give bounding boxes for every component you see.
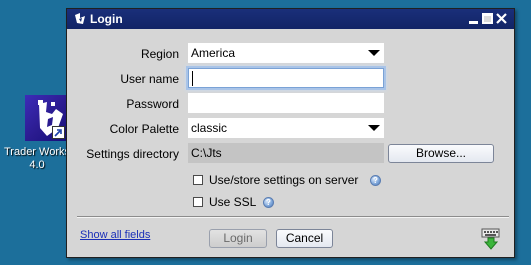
- store-settings-checkbox[interactable]: [193, 175, 203, 185]
- settings-directory-label: Settings directory: [86, 147, 179, 161]
- chevron-down-icon[interactable]: [368, 125, 380, 131]
- username-input[interactable]: [188, 68, 384, 88]
- browse-button[interactable]: Browse...: [388, 144, 494, 163]
- settings-directory-field: C:\Jts: [188, 143, 384, 163]
- chevron-down-icon[interactable]: [368, 50, 380, 56]
- help-icon[interactable]: ?: [263, 197, 274, 208]
- store-settings-label[interactable]: Use/store settings on server: [209, 173, 358, 187]
- title-bar[interactable]: Login: [67, 9, 514, 29]
- shortcut-arrow-icon: [52, 126, 65, 139]
- username-label: User name: [120, 72, 179, 86]
- minimize-button[interactable]: [468, 13, 479, 24]
- color-palette-label: Color Palette: [109, 122, 179, 136]
- footer-divider: [77, 216, 509, 218]
- region-label: Region: [140, 47, 179, 61]
- settings-directory-value: C:\Jts: [191, 146, 222, 160]
- close-icon: [496, 13, 507, 24]
- color-palette-selected-value: classic: [191, 121, 228, 135]
- cancel-button[interactable]: Cancel: [276, 229, 333, 248]
- use-ssl-checkbox[interactable]: [193, 197, 203, 207]
- login-window: Login Region America User name Password …: [66, 8, 515, 258]
- show-all-fields-link[interactable]: Show all fields: [80, 229, 150, 242]
- close-button[interactable]: [496, 13, 507, 24]
- desktop-icon-label: Trader Works 4.0: [0, 146, 74, 172]
- region-dropdown[interactable]: America: [188, 43, 384, 63]
- password-input[interactable]: [188, 93, 384, 113]
- help-icon[interactable]: ?: [370, 175, 381, 186]
- login-button[interactable]: Login: [209, 229, 267, 248]
- window-title: Login: [90, 12, 123, 26]
- desktop-shortcut-trader-workstation[interactable]: Trader Works 4.0: [0, 92, 76, 182]
- password-label: Password: [126, 97, 179, 111]
- use-ssl-label[interactable]: Use SSL: [209, 195, 256, 209]
- maximize-button[interactable]: [482, 13, 493, 24]
- trader-workstation-icon: [25, 95, 67, 141]
- keyboard-icon[interactable]: [481, 228, 501, 250]
- region-selected-value: America: [191, 46, 236, 60]
- text-caret: [192, 71, 193, 86]
- login-app-icon: [73, 12, 87, 26]
- color-palette-dropdown[interactable]: classic: [188, 118, 384, 138]
- desktop-icon-label-text: Trader Works 4.0: [3, 146, 70, 171]
